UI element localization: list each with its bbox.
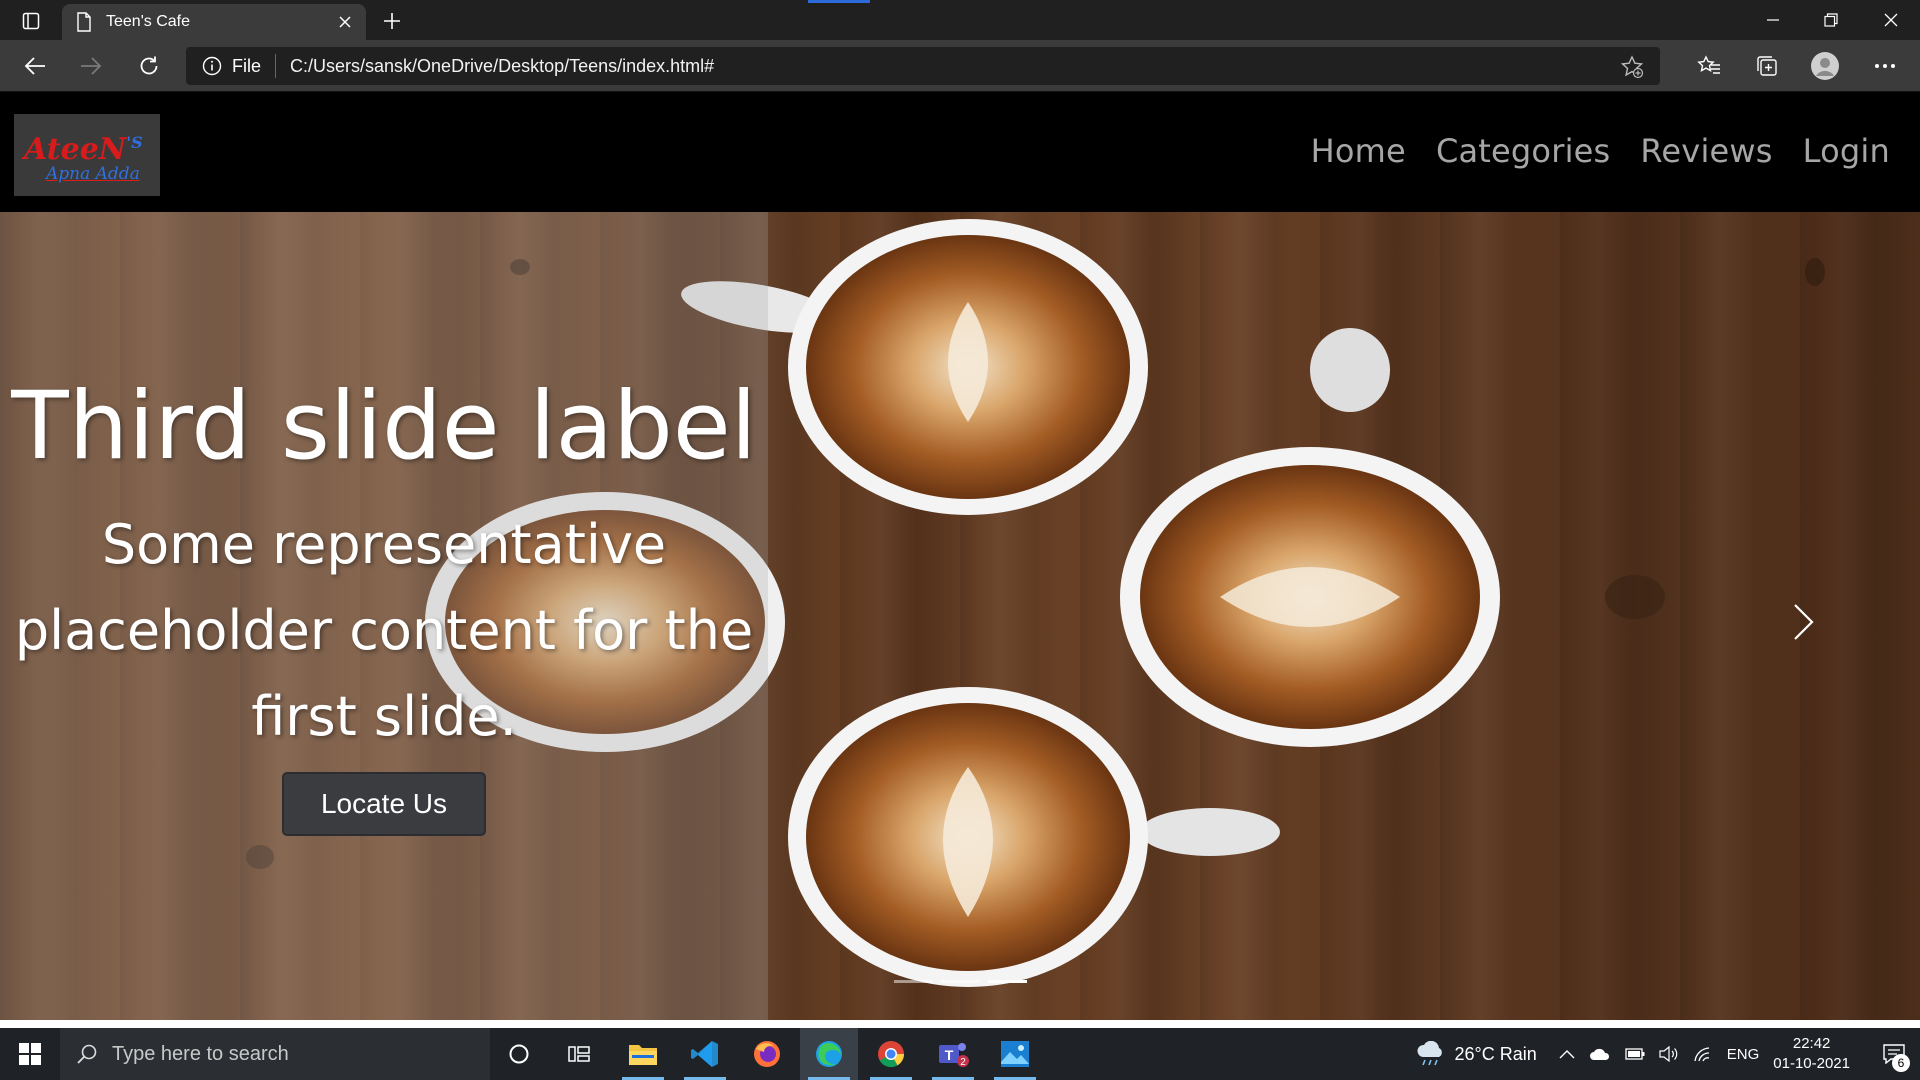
hero-carousel: Third slide label Some representative pl… xyxy=(0,212,1920,1020)
refresh-icon[interactable] xyxy=(130,48,168,84)
notification-center-icon[interactable]: 6 xyxy=(1868,1028,1920,1080)
firefox-icon[interactable] xyxy=(738,1028,796,1080)
clock-time: 22:42 xyxy=(1792,1035,1831,1052)
chrome-icon[interactable] xyxy=(862,1028,920,1080)
carousel-indicator-2[interactable] xyxy=(941,980,980,983)
new-tab-icon[interactable] xyxy=(378,8,406,34)
info-icon xyxy=(202,56,222,76)
teams-icon[interactable]: T2 xyxy=(924,1028,982,1080)
taskbar-search-box[interactable]: Type here to search xyxy=(60,1028,490,1080)
carousel-indicator-1[interactable] xyxy=(894,980,933,983)
slide-description: Some representative placeholder content … xyxy=(14,513,754,748)
volume-icon[interactable] xyxy=(1659,1046,1679,1062)
photos-icon[interactable] xyxy=(986,1028,1044,1080)
tab-actions-icon[interactable] xyxy=(14,8,48,34)
task-view-icon[interactable] xyxy=(550,1028,608,1080)
browser-titlebar: Teen's Cafe xyxy=(0,0,1920,40)
url-text[interactable]: C:/Users/sansk/OneDrive/Desktop/Teens/in… xyxy=(276,56,714,77)
nav-link-categories[interactable]: Categories xyxy=(1436,132,1610,170)
logo-tagline: Apna Adda xyxy=(46,163,140,184)
profile-avatar-icon[interactable] xyxy=(1806,48,1844,84)
edge-icon[interactable] xyxy=(800,1028,858,1080)
windows-start-icon[interactable] xyxy=(0,1028,60,1080)
loading-indicator xyxy=(808,0,870,3)
browser-tab[interactable]: Teen's Cafe xyxy=(62,4,366,40)
language-indicator[interactable]: ENG xyxy=(1727,1046,1760,1063)
vscode-icon[interactable] xyxy=(676,1028,734,1080)
carousel-indicator-3[interactable] xyxy=(988,980,1027,983)
page-bottom-strip xyxy=(0,1020,1920,1028)
nav-link-reviews[interactable]: Reviews xyxy=(1640,132,1772,170)
taskbar-clock[interactable]: 22:42 01-10-2021 xyxy=(1773,1034,1850,1074)
nav-link-home[interactable]: Home xyxy=(1311,132,1406,170)
browser-toolbar: File C:/Users/sansk/OneDrive/Desktop/Tee… xyxy=(0,40,1920,92)
more-options-icon[interactable] xyxy=(1866,48,1904,84)
site-info-button[interactable]: File xyxy=(202,54,277,78)
nav-link-login[interactable]: Login xyxy=(1803,132,1890,170)
chevron-up-icon[interactable] xyxy=(1559,1049,1575,1059)
minimize-icon[interactable] xyxy=(1744,0,1802,40)
site-logo[interactable]: AteeN'S Apna Adda xyxy=(14,114,160,196)
notification-count-badge: 6 xyxy=(1892,1054,1910,1072)
close-tab-icon[interactable] xyxy=(334,11,356,33)
slide-heading: Third slide label xyxy=(11,372,757,481)
nav-menu: Home Categories Reviews Login xyxy=(1311,132,1890,170)
restore-icon[interactable] xyxy=(1802,0,1860,40)
rain-cloud-icon xyxy=(1417,1041,1442,1066)
search-icon xyxy=(77,1044,97,1064)
back-icon[interactable] xyxy=(16,48,54,84)
scheme-label: File xyxy=(232,55,262,76)
system-tray: 26°C Rain ENG 22:42 01-10-2021 6 xyxy=(1415,1028,1920,1080)
file-explorer-icon[interactable] xyxy=(614,1028,672,1080)
collections-icon[interactable] xyxy=(1748,48,1786,84)
address-bar[interactable]: File C:/Users/sansk/OneDrive/Desktop/Tee… xyxy=(186,47,1660,85)
add-favorite-icon[interactable] xyxy=(1620,55,1644,84)
weather-widget[interactable]: 26°C Rain xyxy=(1415,1041,1537,1067)
clock-date: 01-10-2021 xyxy=(1773,1055,1850,1072)
carousel-next-icon[interactable] xyxy=(1784,592,1824,652)
windows-taskbar: Type here to search T2 26°C Rain ENG 22:… xyxy=(0,1028,1920,1080)
logo-suffix: 'S xyxy=(126,132,143,152)
battery-icon[interactable] xyxy=(1625,1048,1645,1060)
carousel-caption: Third slide label Some representative pl… xyxy=(0,212,768,1020)
favorites-icon[interactable] xyxy=(1690,48,1728,84)
page-icon xyxy=(77,12,91,32)
tray-icons: ENG xyxy=(1559,1046,1760,1063)
site-navbar: AteeN'S Apna Adda Home Categories Review… xyxy=(0,92,1920,212)
cortana-icon[interactable] xyxy=(490,1028,548,1080)
close-window-icon[interactable] xyxy=(1862,0,1920,40)
logo-text: AteeN xyxy=(24,131,127,167)
wifi-icon[interactable] xyxy=(1693,1046,1713,1062)
weather-text: 26°C Rain xyxy=(1454,1043,1537,1064)
locate-us-button[interactable]: Locate Us xyxy=(282,772,486,836)
teams-badge: 2 xyxy=(960,1057,966,1068)
forward-icon[interactable] xyxy=(72,48,110,84)
tab-title: Teen's Cafe xyxy=(106,13,190,30)
carousel-indicators xyxy=(894,980,1027,983)
onedrive-cloud-icon[interactable] xyxy=(1589,1047,1611,1061)
search-placeholder: Type here to search xyxy=(112,1042,289,1065)
svg-text:T: T xyxy=(945,1047,954,1063)
